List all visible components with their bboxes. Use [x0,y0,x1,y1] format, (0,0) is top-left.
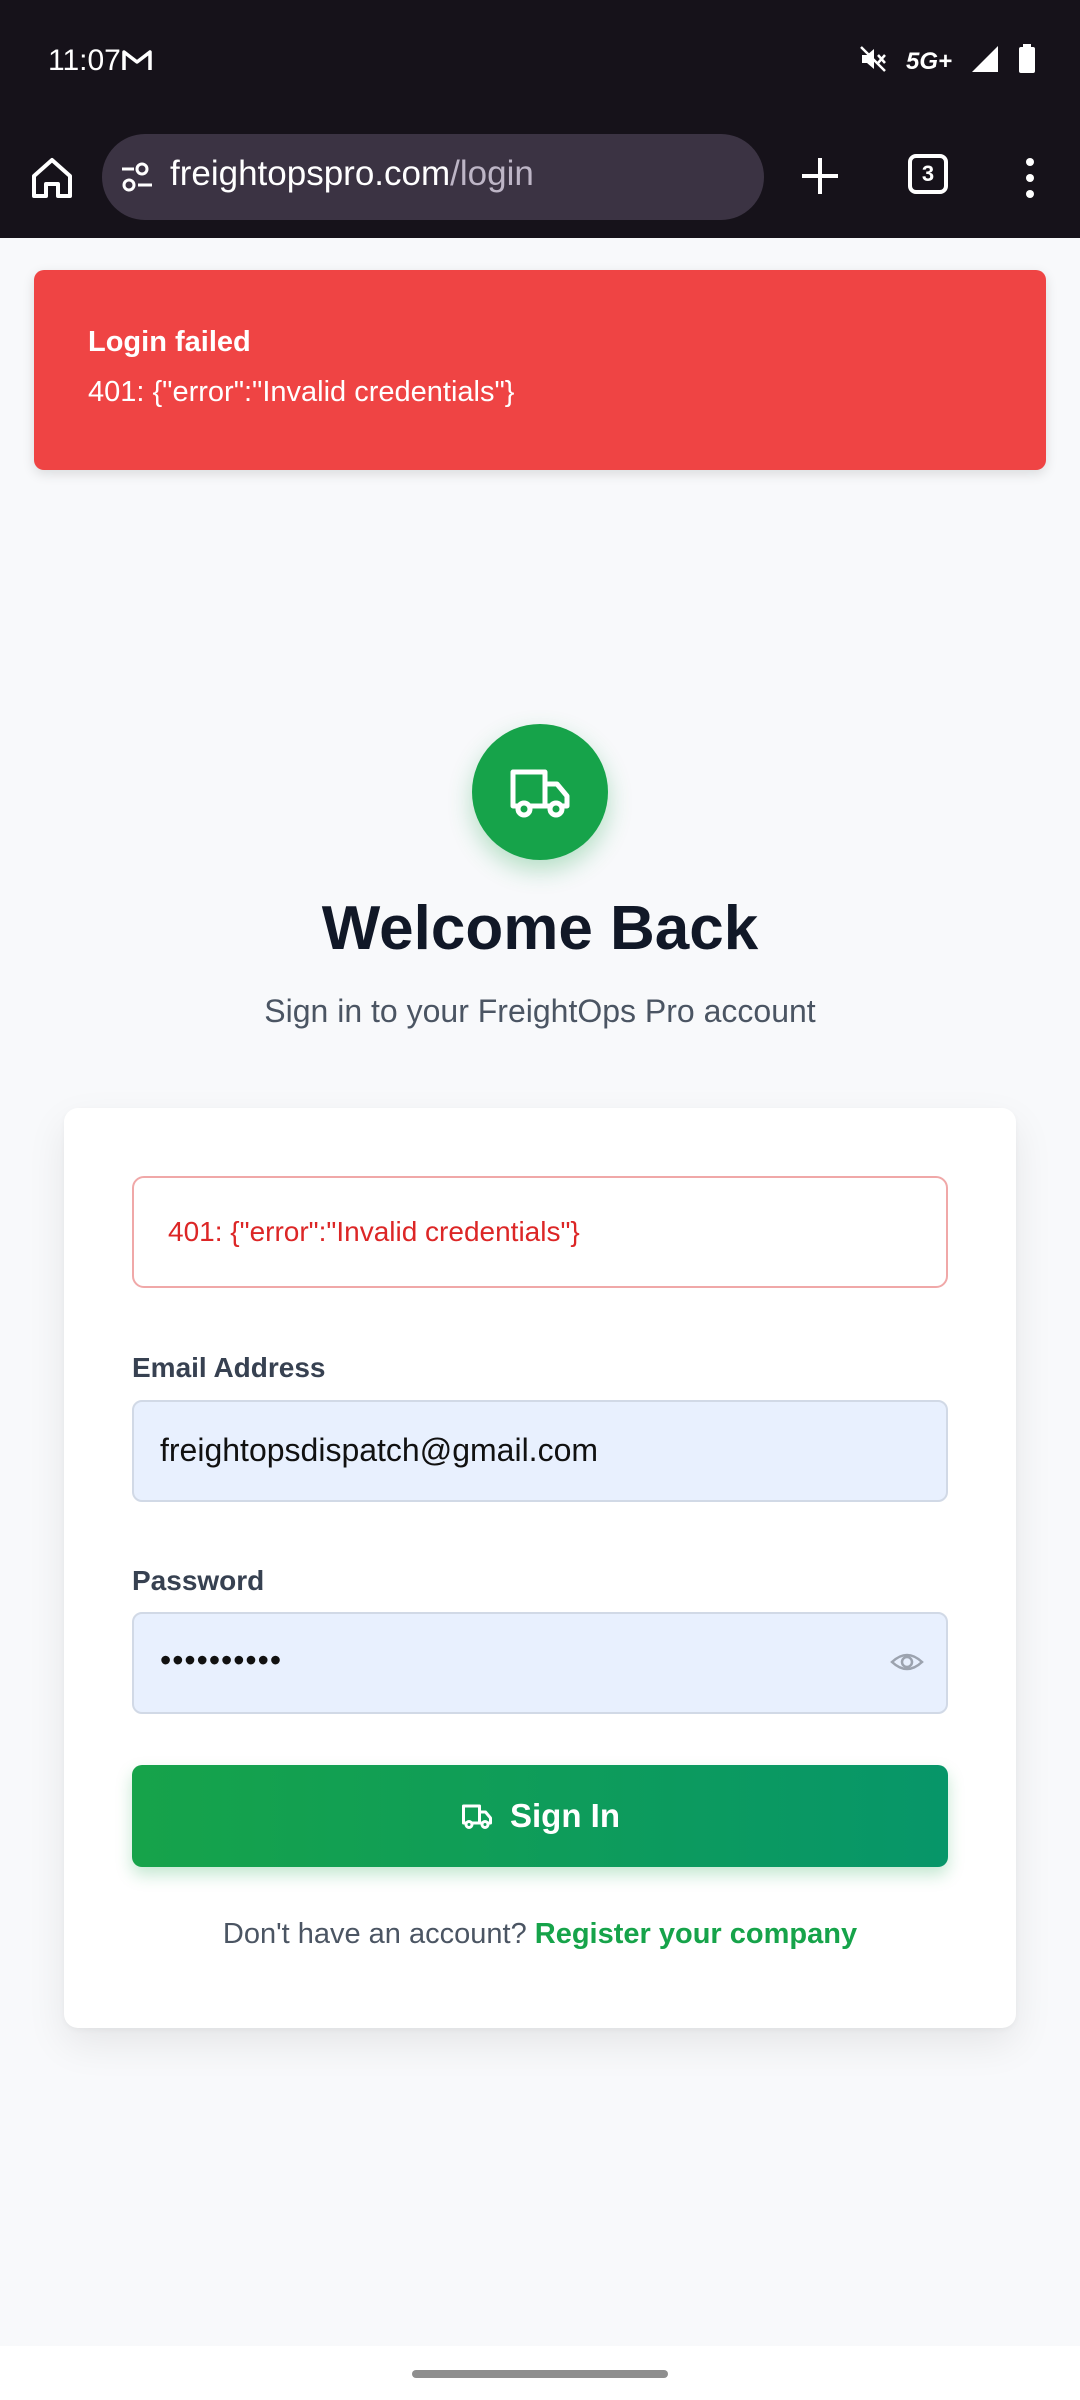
network-type: 5G+ [905,47,952,75]
sign-in-label: Sign In [510,1797,620,1834]
url-path: /login [450,154,534,193]
register-row: Don't have an account? Register your com… [64,1918,1016,1951]
url-domain: freightopspro.com [170,154,451,193]
email-field[interactable]: freightopsdispatch@gmail.com [132,1400,948,1502]
site-settings-icon[interactable] [120,160,158,199]
password-label: Password [132,1565,265,1596]
error-toast[interactable]: Login failed 401: {"error":"Invalid cred… [34,270,1046,470]
browser-toolbar: freightopspro.com/login 3 [0,122,1080,238]
gesture-nav-bar [0,2346,1080,2400]
password-value: •••••••••• [160,1642,283,1678]
tabs-icon[interactable]: 3 [908,154,948,194]
new-tab-plus-icon[interactable] [796,152,844,200]
page-title: Welcome Back [321,894,759,963]
truck-logo [472,724,608,860]
battery-icon [1018,44,1036,79]
home-gesture-handle[interactable] [412,2370,668,2378]
address-bar[interactable]: freightopspro.com/login [102,134,764,220]
email-value: freightopsdispatch@gmail.com [160,1432,599,1468]
url-text: freightopspro.com/login [170,154,534,194]
truck-icon [510,769,570,818]
more-vert-icon[interactable] [1018,154,1042,202]
signal-icon [970,44,1000,79]
gmail-icon [122,48,152,77]
register-link[interactable]: Register your company [535,1918,857,1950]
inline-error-alert: 401: {"error":"Invalid credentials"} [132,1176,948,1288]
page-subtitle: Sign in to your FreightOps Pro account [264,993,816,1029]
inline-error-text: 401: {"error":"Invalid credentials"} [168,1216,580,1247]
status-bar: 11:07 5G+ [0,0,1080,122]
email-label: Email Address [132,1352,326,1383]
home-icon[interactable] [26,152,78,204]
sign-in-button[interactable]: Sign In [132,1765,948,1867]
eye-icon[interactable] [890,1648,924,1681]
password-field[interactable]: •••••••••• [132,1612,948,1714]
toast-title: Login failed [88,326,251,358]
login-card: 401: {"error":"Invalid credentials"} Ema… [64,1108,1016,2028]
status-time: 11:07 [48,44,121,77]
truck-icon [462,1804,492,1829]
mute-icon [858,44,888,79]
toast-message: 401: {"error":"Invalid credentials"} [88,376,515,408]
register-prompt: Don't have an account? [222,1918,527,1950]
